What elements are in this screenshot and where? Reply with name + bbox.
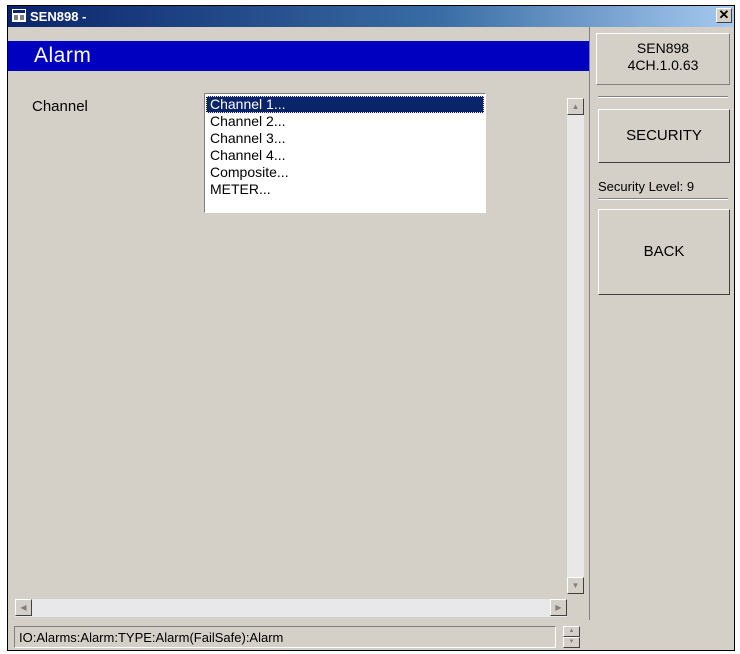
back-button[interactable]: BACK (598, 209, 730, 295)
status-spinner[interactable]: ▲ ▼ (563, 626, 580, 648)
main-panel: Alarm Channel Channel 1... Channel 2... … (8, 27, 590, 620)
device-name: SEN898 (636, 40, 690, 56)
channel-listbox[interactable]: Channel 1... Channel 2... Channel 3... C… (204, 93, 486, 213)
arrow-down-icon[interactable]: ▼ (567, 577, 584, 594)
sidebar: SEN898 4CH.1.0.63 SECURITY Security Leve… (590, 27, 734, 620)
security-level-text: Security Level: 9 (598, 179, 695, 194)
arrow-down-icon[interactable]: ▼ (563, 637, 580, 648)
horizontal-scrollbar[interactable]: ◀ ▶ (15, 599, 567, 617)
window-app-icon (12, 9, 26, 22)
arrow-right-icon[interactable]: ▶ (550, 599, 567, 616)
app-window: SEN898 - ✕ Alarm Channel Channel 1... Ch… (7, 5, 735, 651)
list-item[interactable]: Channel 4... (206, 147, 484, 164)
security-button[interactable]: SECURITY (598, 109, 730, 163)
status-path: IO:Alarms:Alarm:TYPE:Alarm(FailSafe):Ala… (19, 630, 284, 645)
channel-label: Channel (32, 98, 88, 115)
divider (598, 198, 728, 200)
device-version: 4CH.1.0.63 (627, 57, 699, 73)
vertical-scrollbar[interactable]: ▲ ▼ (567, 98, 584, 594)
list-item[interactable]: Composite... (206, 164, 484, 181)
window-title: SEN898 - (30, 9, 87, 24)
title-bar[interactable]: SEN898 - ✕ (8, 6, 734, 27)
page-heading-bar: Alarm (8, 41, 589, 71)
arrow-up-icon[interactable]: ▲ (563, 626, 580, 637)
device-info-box: SEN898 4CH.1.0.63 (596, 33, 730, 85)
page-title: Alarm (34, 44, 92, 67)
list-item[interactable]: Channel 1... (206, 96, 484, 113)
list-item[interactable]: Channel 2... (206, 113, 484, 130)
arrow-left-icon[interactable]: ◀ (15, 599, 32, 616)
status-bar: IO:Alarms:Alarm:TYPE:Alarm(FailSafe):Ala… (14, 626, 556, 648)
list-item[interactable]: Channel 3... (206, 130, 484, 147)
arrow-up-icon[interactable]: ▲ (567, 98, 584, 115)
divider (598, 96, 728, 98)
close-icon[interactable]: ✕ (716, 8, 732, 23)
list-item[interactable]: METER... (206, 181, 484, 198)
